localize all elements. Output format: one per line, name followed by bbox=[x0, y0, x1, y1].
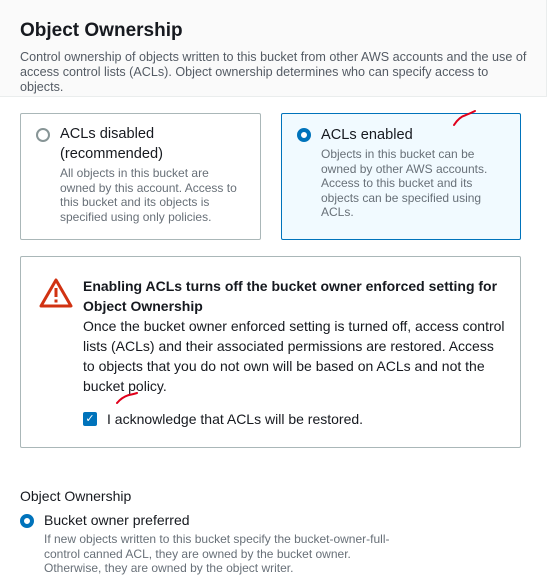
radio-acls-enabled[interactable] bbox=[297, 128, 311, 142]
warning-title: Enabling ACLs turns off the bucket owner… bbox=[83, 278, 498, 314]
radio-bucket-owner-preferred[interactable] bbox=[20, 514, 34, 528]
bucket-owner-preferred-label[interactable]: Bucket owner preferred bbox=[44, 511, 190, 529]
annotation-mark-2 bbox=[116, 392, 138, 404]
section-title: Object Ownership bbox=[20, 20, 183, 41]
acl-warning-alert: Enabling ACLs turns off the bucket owner… bbox=[20, 256, 521, 448]
warning-triangle-icon bbox=[39, 278, 73, 308]
section-description: Control ownership of objects written to … bbox=[20, 50, 527, 94]
warning-body: Once the bucket owner enforced setting i… bbox=[83, 318, 505, 394]
option-card-acls-disabled[interactable]: ACLs disabled (recommended) All objects … bbox=[20, 113, 261, 240]
option-description-acls-enabled: Objects in this bucket can be owned by o… bbox=[321, 147, 488, 219]
object-ownership-label: Object Ownership bbox=[20, 488, 132, 504]
bucket-owner-preferred-description: If new objects written to this bucket sp… bbox=[44, 532, 390, 575]
radio-acls-disabled[interactable] bbox=[36, 128, 50, 142]
acknowledge-label[interactable]: I acknowledge that ACLs will be restored… bbox=[107, 410, 363, 428]
acknowledge-checkbox[interactable]: ✓ bbox=[83, 412, 97, 426]
checkmark-icon: ✓ bbox=[85, 413, 95, 425]
section-header: Object Ownership Control ownership of ob… bbox=[0, 0, 547, 97]
option-card-acls-enabled[interactable]: ACLs enabled Objects in this bucket can … bbox=[281, 113, 521, 240]
option-label-acls-disabled: ACLs disabled (recommended) bbox=[60, 126, 164, 162]
option-description-acls-disabled: All objects in this bucket are owned by … bbox=[60, 166, 237, 224]
annotation-mark-1 bbox=[453, 110, 476, 126]
